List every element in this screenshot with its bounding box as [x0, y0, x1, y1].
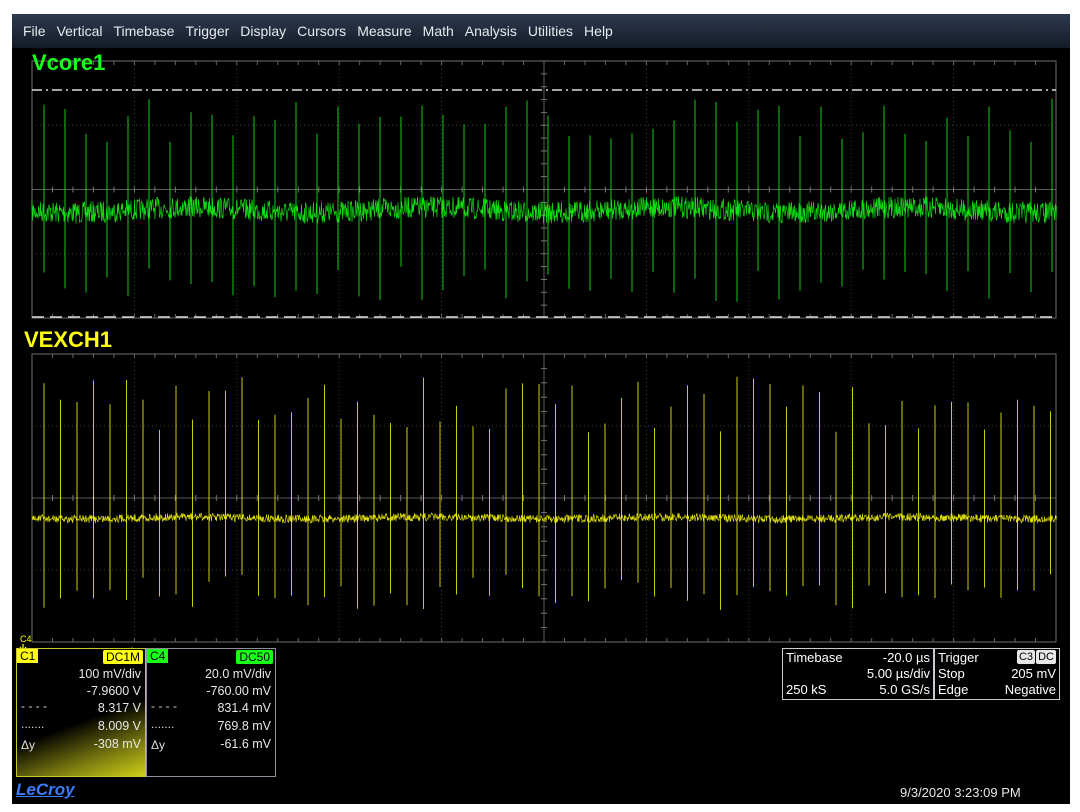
trigger-coupling: DC — [1036, 650, 1056, 664]
trigger-source: C3 — [1016, 650, 1035, 664]
trigger-slope: Negative — [1004, 682, 1056, 697]
cursor2-dot-icon: ....... — [151, 717, 175, 731]
timebase-tdiv: 5.00 µs/div — [866, 666, 930, 681]
cursor2-dot-icon: ....... — [21, 717, 45, 731]
lecroy-logo[interactable]: LeCroy — [16, 780, 75, 800]
channel4-delta: -61.6 mV — [220, 737, 271, 751]
channel1-name: C1 — [17, 649, 39, 663]
c4-ground-marker: C4 — [20, 634, 32, 644]
timebase-rate: 5.0 GS/s — [879, 682, 930, 697]
timebase-delay: -20.0 µs — [882, 650, 930, 665]
channel4-descriptor[interactable]: C4 DC50 20.0 mV/div -760.00 mV - - - - 8… — [146, 648, 276, 777]
channel1-delta-label: Δy — [21, 738, 36, 752]
channel4-coupling: DC50 — [236, 650, 273, 664]
channel1-offset: -7.9600 V — [86, 684, 141, 698]
trigger-level: 205 mV — [1011, 666, 1056, 681]
channel1-coupling: DC1M — [102, 650, 143, 664]
channel4-delta-label: Δy — [151, 738, 166, 752]
trigger-mode: Stop — [938, 666, 965, 681]
trace-label-c4: VEXCH1 — [24, 327, 113, 352]
channel4-offset: -760.00 mV — [206, 684, 271, 698]
date-time: 9/3/2020 3:23:09 PM — [900, 785, 1021, 800]
channel1-cursor2: 8.009 V — [97, 719, 141, 733]
channel4-name: C4 — [147, 649, 169, 663]
timebase-label: Timebase — [786, 650, 843, 665]
channel1-delta: -308 mV — [93, 737, 141, 751]
cursor1-dash-icon: - - - - — [21, 699, 47, 713]
timebase-descriptor[interactable]: Timebase -20.0 µs 5.00 µs/div 250 kS 5.0… — [782, 648, 934, 700]
channel4-cursor1: 831.4 mV — [217, 701, 271, 715]
channel4-vdiv: 20.0 mV/div — [204, 667, 271, 681]
trigger-descriptor[interactable]: Trigger C3 DC Stop 205 mV Edge Negative — [934, 648, 1060, 700]
trace-label-c1: Vcore1 — [32, 50, 106, 75]
timebase-samples: 250 kS — [786, 682, 827, 697]
oscilloscope-screen: File Vertical Timebase Trigger Display C… — [12, 14, 1070, 804]
trigger-type: Edge — [938, 682, 969, 697]
channel4-cursor2: 769.8 mV — [217, 719, 271, 733]
channel1-vdiv: 100 mV/div — [78, 667, 141, 681]
cursor1-dash-icon: - - - - — [151, 699, 177, 713]
grid-top — [31, 60, 1057, 319]
channel1-cursor1: 8.317 V — [97, 701, 141, 715]
channel1-descriptor[interactable]: C1 DC1M 100 mV/div -7.9600 V - - - - 8.3… — [16, 648, 146, 777]
trigger-label: Trigger — [938, 650, 979, 665]
